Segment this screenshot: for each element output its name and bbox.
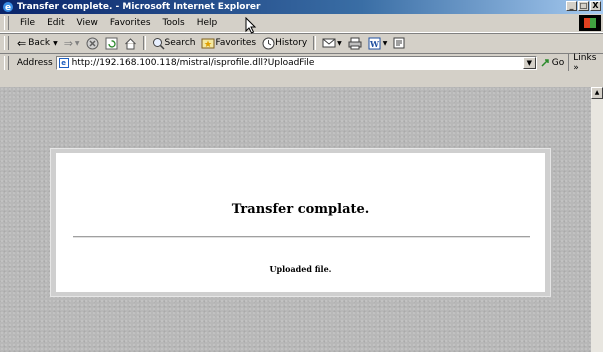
menu-tools[interactable]: Tools <box>157 18 191 28</box>
links-toolbar[interactable]: Links » <box>568 52 603 73</box>
window-title: Transfer complete. - Microsoft Internet … <box>17 2 261 12</box>
svg-text:W: W <box>369 39 380 49</box>
print-icon <box>348 37 362 49</box>
forward-arrow-icon: ⇒ <box>63 36 73 50</box>
print-button[interactable] <box>345 37 365 50</box>
address-label: Address <box>16 57 53 68</box>
maximize-button[interactable]: □ <box>578 1 589 11</box>
home-button[interactable] <box>121 37 140 50</box>
svg-text:e: e <box>5 3 11 13</box>
horizontal-rule <box>73 236 530 238</box>
toolbar-separator <box>313 36 317 50</box>
home-icon <box>124 37 136 49</box>
mail-dropdown-icon[interactable]: ▼ <box>337 40 342 47</box>
back-label: Back <box>28 38 51 48</box>
stop-icon <box>86 37 99 49</box>
go-button[interactable]: Go <box>537 58 568 68</box>
stop-button[interactable] <box>83 37 102 50</box>
message-card: Transfer complate. Uploaded file. <box>56 153 545 292</box>
scroll-up-icon[interactable]: ▲ <box>591 87 603 99</box>
history-button[interactable]: History <box>259 37 310 50</box>
forward-button[interactable]: ⇒ ▼ <box>61 37 83 50</box>
toolbar-separator <box>142 36 146 50</box>
addressbar-grip[interactable] <box>4 55 9 70</box>
edit-dropdown-icon[interactable]: ▼ <box>383 40 388 47</box>
discuss-button[interactable] <box>390 37 408 49</box>
vertical-scrollbar[interactable]: ▲ <box>591 87 603 352</box>
menu-bar: File Edit View Favorites Tools Help <box>0 14 603 33</box>
windows-logo-icon <box>579 15 601 31</box>
toolbar-grip[interactable] <box>4 36 9 50</box>
menubar-grip[interactable] <box>4 16 9 30</box>
address-bar: Address e http://192.168.100.118/mistral… <box>0 52 603 73</box>
back-button[interactable]: ⇐ Back ▼ <box>14 37 61 50</box>
menu-view[interactable]: View <box>71 18 104 28</box>
page-heading: Transfer complate. <box>231 202 370 217</box>
minimize-button[interactable]: _ <box>566 1 577 11</box>
go-arrow-icon <box>541 58 549 67</box>
standard-toolbar: ⇐ Back ▼ ⇒ ▼ Search Favorites History ▼ … <box>0 33 603 54</box>
page-top-band <box>0 71 603 87</box>
address-input[interactable]: e http://192.168.100.118/mistral/isprofi… <box>55 55 537 70</box>
discuss-icon <box>393 37 405 49</box>
status-message: Uploaded file. <box>269 264 332 274</box>
menu-favorites[interactable]: Favorites <box>104 18 157 28</box>
close-button[interactable]: X <box>590 1 601 11</box>
search-button[interactable]: Search <box>149 37 199 50</box>
favorites-icon <box>201 38 215 49</box>
refresh-button[interactable] <box>102 37 121 50</box>
message-panel: Transfer complate. Uploaded file. <box>50 148 551 297</box>
page-icon: e <box>58 57 69 68</box>
address-url[interactable]: http://192.168.100.118/mistral/isprofile… <box>72 58 315 68</box>
title-bar: e Transfer complete. - Microsoft Interne… <box>0 0 603 14</box>
search-icon <box>152 37 165 50</box>
mail-button[interactable]: ▼ <box>319 37 345 49</box>
search-label: Search <box>164 38 196 48</box>
back-dropdown-icon[interactable]: ▼ <box>53 40 58 47</box>
address-dropdown-icon[interactable]: ▼ <box>522 56 536 69</box>
go-label: Go <box>551 57 565 68</box>
refresh-icon <box>105 37 118 49</box>
favorites-button[interactable]: Favorites <box>198 37 259 49</box>
menu-help[interactable]: Help <box>191 18 224 28</box>
history-icon <box>262 37 275 49</box>
menu-file[interactable]: File <box>14 18 41 28</box>
favorites-label: Favorites <box>215 38 257 48</box>
history-label: History <box>275 38 308 48</box>
menu-edit[interactable]: Edit <box>41 18 70 28</box>
edit-word-button[interactable]: W ▼ <box>365 37 391 50</box>
window-controls: _ □ X <box>566 1 601 11</box>
forward-dropdown-icon[interactable]: ▼ <box>75 40 80 47</box>
internet-explorer-icon: e <box>3 2 13 13</box>
word-icon: W <box>368 37 381 49</box>
mail-icon <box>322 38 336 48</box>
back-arrow-icon: ⇐ <box>17 36 27 50</box>
